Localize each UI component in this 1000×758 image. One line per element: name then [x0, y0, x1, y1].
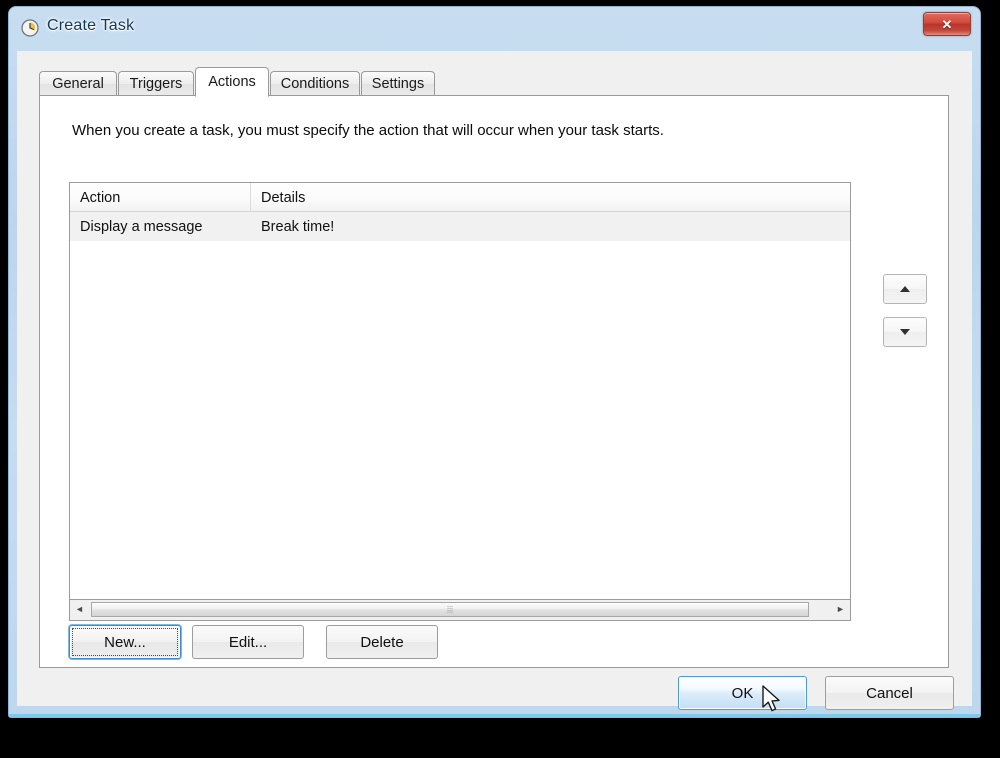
- instruction-text: When you create a task, you must specify…: [72, 122, 664, 139]
- column-header-details[interactable]: Details: [251, 183, 850, 212]
- delete-button-label: Delete: [360, 633, 404, 651]
- table-row[interactable]: Display a message Break time!: [70, 212, 850, 241]
- tab-settings-label: Settings: [371, 76, 425, 92]
- move-down-button[interactable]: [883, 317, 927, 347]
- clock-icon: [21, 19, 39, 37]
- column-header-action[interactable]: Action: [70, 183, 251, 212]
- actions-list[interactable]: Action Details Display a message Break t…: [69, 182, 851, 600]
- scroll-right-arrow-icon[interactable]: ►: [831, 600, 850, 619]
- tab-strip: General Triggers Actions Conditions Sett…: [39, 67, 949, 97]
- dialog-footer: OK Cancel: [17, 668, 972, 710]
- tab-settings[interactable]: Settings: [361, 71, 435, 96]
- new-button[interactable]: New...: [69, 625, 181, 659]
- cancel-button-label: Cancel: [866, 684, 913, 702]
- tab-actions-label: Actions: [208, 74, 256, 90]
- dialog-client-area: General Triggers Actions Conditions Sett…: [17, 51, 972, 710]
- tab-actions[interactable]: Actions: [195, 67, 269, 97]
- new-button-label: New...: [104, 633, 146, 651]
- actions-tab-panel: When you create a task, you must specify…: [39, 95, 949, 668]
- ok-button[interactable]: OK: [678, 676, 807, 710]
- close-icon: ✕: [941, 16, 953, 32]
- close-button[interactable]: ✕: [923, 12, 971, 36]
- edit-button-label: Edit...: [228, 633, 268, 651]
- tab-general[interactable]: General: [39, 71, 117, 96]
- scroll-left-arrow-icon[interactable]: ◄: [70, 600, 89, 619]
- screen: Create Task ✕ General Triggers Actions C…: [0, 0, 1000, 758]
- cell-details: Break time!: [261, 218, 335, 235]
- tab-triggers[interactable]: Triggers: [118, 71, 194, 96]
- move-up-button[interactable]: [883, 274, 927, 304]
- triangle-down-icon: [900, 329, 910, 335]
- scroll-right-glyph: ►: [836, 604, 845, 614]
- triangle-up-icon: [900, 286, 910, 292]
- actions-list-header: Action Details: [70, 183, 850, 212]
- horizontal-scrollbar[interactable]: ◄ ⦙⦙⦙ ►: [69, 600, 851, 621]
- tab-triggers-label: Triggers: [129, 76, 183, 92]
- window-title: Create Task: [47, 17, 135, 34]
- title-bar: Create Task ✕: [9, 7, 980, 51]
- edit-button[interactable]: Edit...: [192, 625, 304, 659]
- scrollbar-grip-icon: ⦙⦙⦙: [446, 604, 454, 614]
- tab-general-label: General: [52, 76, 104, 92]
- scroll-left-glyph: ◄: [75, 604, 84, 614]
- ok-button-label: OK: [731, 684, 754, 702]
- cell-action: Display a message: [80, 218, 203, 235]
- scrollbar-thumb[interactable]: ⦙⦙⦙: [91, 602, 809, 617]
- cancel-button[interactable]: Cancel: [825, 676, 954, 710]
- tab-conditions[interactable]: Conditions: [270, 71, 360, 96]
- create-task-dialog: Create Task ✕ General Triggers Actions C…: [8, 6, 981, 718]
- delete-button[interactable]: Delete: [326, 625, 438, 659]
- tab-conditions-label: Conditions: [280, 76, 350, 92]
